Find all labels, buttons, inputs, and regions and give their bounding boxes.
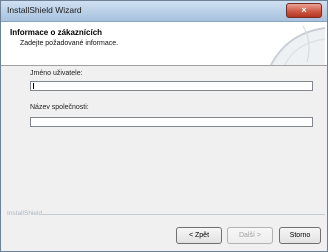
close-icon: × [301, 5, 307, 15]
cancel-button[interactable]: Storno [279, 227, 321, 244]
company-field[interactable] [30, 117, 313, 127]
next-button[interactable]: Další > [227, 227, 273, 244]
text-caret [33, 83, 34, 89]
page-subtitle: Zadejte požadované informace. [20, 40, 119, 47]
wizard-header: Informace o zákaznících Zadejte požadova… [1, 22, 327, 66]
installshield-brand: InstallShield [7, 210, 43, 217]
installer-window: InstallShield Wizard × Informace o zákaz… [0, 0, 328, 252]
username-field[interactable] [30, 81, 313, 91]
username-label: Jméno uživatele: [30, 70, 83, 77]
installshield-graphic-icon [270, 25, 325, 65]
back-button[interactable]: < Zpět [176, 227, 222, 244]
page-title: Informace o zákaznících [10, 28, 103, 37]
company-label: Název společnosti: [30, 104, 89, 111]
title-bar[interactable]: InstallShield Wizard × [1, 1, 327, 22]
footer-divider [41, 214, 325, 215]
window-title: InstallShield Wizard [7, 5, 82, 15]
close-button[interactable]: × [286, 3, 322, 18]
